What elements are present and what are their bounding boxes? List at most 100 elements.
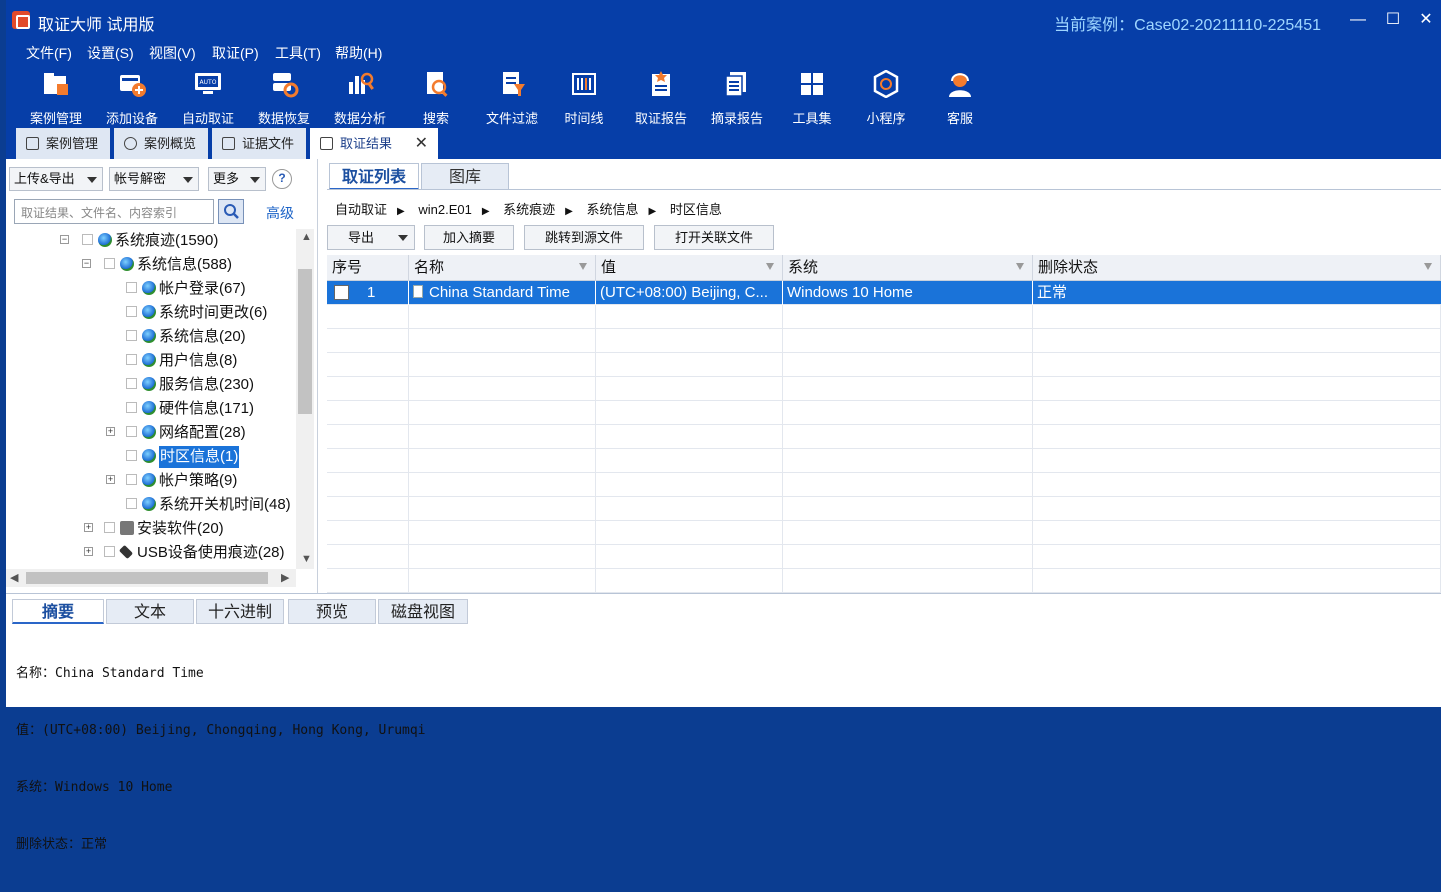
- menu-file[interactable]: 文件(F): [26, 43, 72, 63]
- expand-icon[interactable]: +: [106, 427, 115, 436]
- menu-tools[interactable]: 工具(T): [275, 43, 321, 63]
- pie-chart-icon: [124, 137, 137, 150]
- empty-table-row: [327, 353, 1441, 377]
- scroll-thumb[interactable]: [298, 269, 312, 414]
- tree-checkbox[interactable]: [126, 426, 137, 437]
- empty-cell: [1033, 497, 1441, 521]
- file-filter-icon: [503, 72, 525, 96]
- expand-icon[interactable]: +: [84, 547, 93, 556]
- tree-checkbox[interactable]: [82, 234, 93, 245]
- scroll-right-icon[interactable]: ▶: [281, 571, 289, 584]
- tab-evidence-list[interactable]: 取证列表: [329, 163, 419, 190]
- maximize-button[interactable]: ☐: [1378, 8, 1408, 32]
- collapse-icon[interactable]: −: [82, 259, 91, 268]
- tab-preview[interactable]: 预览: [288, 599, 376, 624]
- tree-checkbox[interactable]: [126, 402, 137, 413]
- toolbar-timeline[interactable]: 时间线: [546, 70, 622, 127]
- more-dropdown[interactable]: 更多: [208, 167, 266, 191]
- tree-checkbox[interactable]: [126, 378, 137, 389]
- toolbar-add-device[interactable]: 添加设备: [94, 70, 170, 127]
- tree-checkbox[interactable]: [126, 474, 137, 485]
- tree-checkbox[interactable]: [126, 330, 137, 341]
- toolbar-excerpt-report[interactable]: 摘录报告: [699, 70, 775, 127]
- tree-horizontal-scrollbar[interactable]: ◀ ▶: [6, 569, 296, 587]
- tab-forensic-results[interactable]: 取证结果 ✕: [310, 128, 438, 159]
- tab-hex[interactable]: 十六进制: [196, 599, 284, 624]
- scroll-up-icon[interactable]: ▲: [301, 231, 312, 243]
- empty-cell: [409, 377, 596, 401]
- breadcrumb-item[interactable]: 自动取证: [335, 202, 387, 217]
- close-window-button[interactable]: ✕: [1411, 8, 1441, 32]
- toolbar-data-analysis[interactable]: 数据分析: [322, 70, 398, 127]
- column-header-index[interactable]: 序号: [327, 255, 409, 281]
- tab-disk-view[interactable]: 磁盘视图: [378, 599, 468, 624]
- search-button[interactable]: [218, 199, 244, 224]
- toolbar-data-recovery[interactable]: 数据恢复: [246, 70, 322, 127]
- toolbar-support[interactable]: 客服: [922, 70, 998, 127]
- jump-to-source-button[interactable]: 跳转到源文件: [524, 225, 644, 250]
- toolbar-file-filter[interactable]: 文件过滤: [474, 70, 550, 127]
- menu-settings[interactable]: 设置(S): [87, 43, 134, 63]
- expand-icon[interactable]: +: [84, 523, 93, 532]
- app-title: 取证大师 试用版: [38, 17, 155, 34]
- breadcrumb-item[interactable]: 系统痕迹: [503, 202, 555, 217]
- filter-icon[interactable]: [766, 263, 774, 270]
- toolbar-case-management[interactable]: 案例管理: [18, 70, 94, 127]
- breadcrumb-separator-icon: ▶: [481, 206, 490, 217]
- tree-checkbox[interactable]: [104, 258, 115, 269]
- tree-vertical-scrollbar[interactable]: ▲ ▼: [296, 229, 314, 569]
- upload-export-dropdown[interactable]: 上传&导出: [9, 167, 103, 191]
- open-related-file-button[interactable]: 打开关联文件: [654, 225, 774, 250]
- close-tab-icon[interactable]: ✕: [415, 128, 428, 159]
- filter-icon[interactable]: [579, 263, 587, 270]
- tree-checkbox[interactable]: [126, 282, 137, 293]
- tree-checkbox[interactable]: [126, 450, 137, 461]
- tab-gallery[interactable]: 图库: [421, 163, 509, 190]
- expand-icon[interactable]: +: [106, 475, 115, 484]
- breadcrumb-item[interactable]: 时区信息: [670, 202, 722, 217]
- tab-case-management[interactable]: 案例管理: [16, 128, 110, 159]
- tree-checkbox[interactable]: [126, 306, 137, 317]
- menu-view[interactable]: 视图(V): [149, 43, 196, 63]
- scroll-down-icon[interactable]: ▼: [301, 553, 312, 565]
- toolbar-forensic-report[interactable]: 取证报告: [623, 70, 699, 127]
- search-input[interactable]: 取证结果、文件名、内容索引: [14, 199, 214, 224]
- chevron-down-icon: [87, 177, 97, 183]
- minimize-button[interactable]: —: [1343, 8, 1373, 32]
- tree-checkbox[interactable]: [104, 522, 115, 533]
- menu-help[interactable]: 帮助(H): [335, 43, 382, 63]
- tab-case-overview[interactable]: 案例概览: [114, 128, 208, 159]
- breadcrumb-item[interactable]: win2.E01: [418, 202, 471, 217]
- toolbar-mini-program[interactable]: 小程序: [848, 69, 924, 127]
- tab-summary[interactable]: 摘要: [12, 599, 104, 624]
- toolbar-toolset[interactable]: 工具集: [774, 70, 850, 127]
- column-header-name[interactable]: 名称: [409, 255, 596, 281]
- globe-icon: [98, 233, 112, 247]
- column-header-delete-status[interactable]: 删除状态: [1033, 255, 1441, 281]
- tree-checkbox[interactable]: [104, 546, 115, 557]
- menu-forensics[interactable]: 取证(P): [212, 43, 259, 63]
- scroll-thumb[interactable]: [26, 572, 268, 584]
- table-row[interactable]: 1 China Standard Time (UTC+08:00) Beijin…: [327, 281, 1441, 305]
- filter-icon[interactable]: [1424, 263, 1432, 270]
- toolbar-search[interactable]: 搜索: [398, 70, 474, 127]
- column-header-value[interactable]: 值: [596, 255, 783, 281]
- advanced-search-link[interactable]: 高级: [266, 203, 294, 223]
- collapse-icon[interactable]: −: [60, 235, 69, 244]
- tab-text[interactable]: 文本: [106, 599, 194, 624]
- help-icon[interactable]: ?: [272, 169, 292, 189]
- tree-checkbox[interactable]: [126, 354, 137, 365]
- breadcrumb-item[interactable]: 系统信息: [587, 202, 639, 217]
- tree-checkbox[interactable]: [126, 498, 137, 509]
- row-checkbox[interactable]: [334, 285, 349, 300]
- toolbar-auto-forensics[interactable]: AUTO 自动取证: [170, 70, 246, 127]
- add-summary-button[interactable]: 加入摘要: [424, 225, 514, 250]
- tab-evidence-files[interactable]: 证据文件: [212, 128, 306, 159]
- export-dropdown[interactable]: 导出: [327, 225, 415, 250]
- globe-icon: [142, 449, 156, 463]
- column-header-system[interactable]: 系统: [783, 255, 1033, 281]
- account-decrypt-dropdown[interactable]: 帐号解密: [109, 167, 199, 191]
- empty-cell: [327, 353, 409, 377]
- filter-icon[interactable]: [1016, 263, 1024, 270]
- scroll-left-icon[interactable]: ◀: [10, 571, 18, 584]
